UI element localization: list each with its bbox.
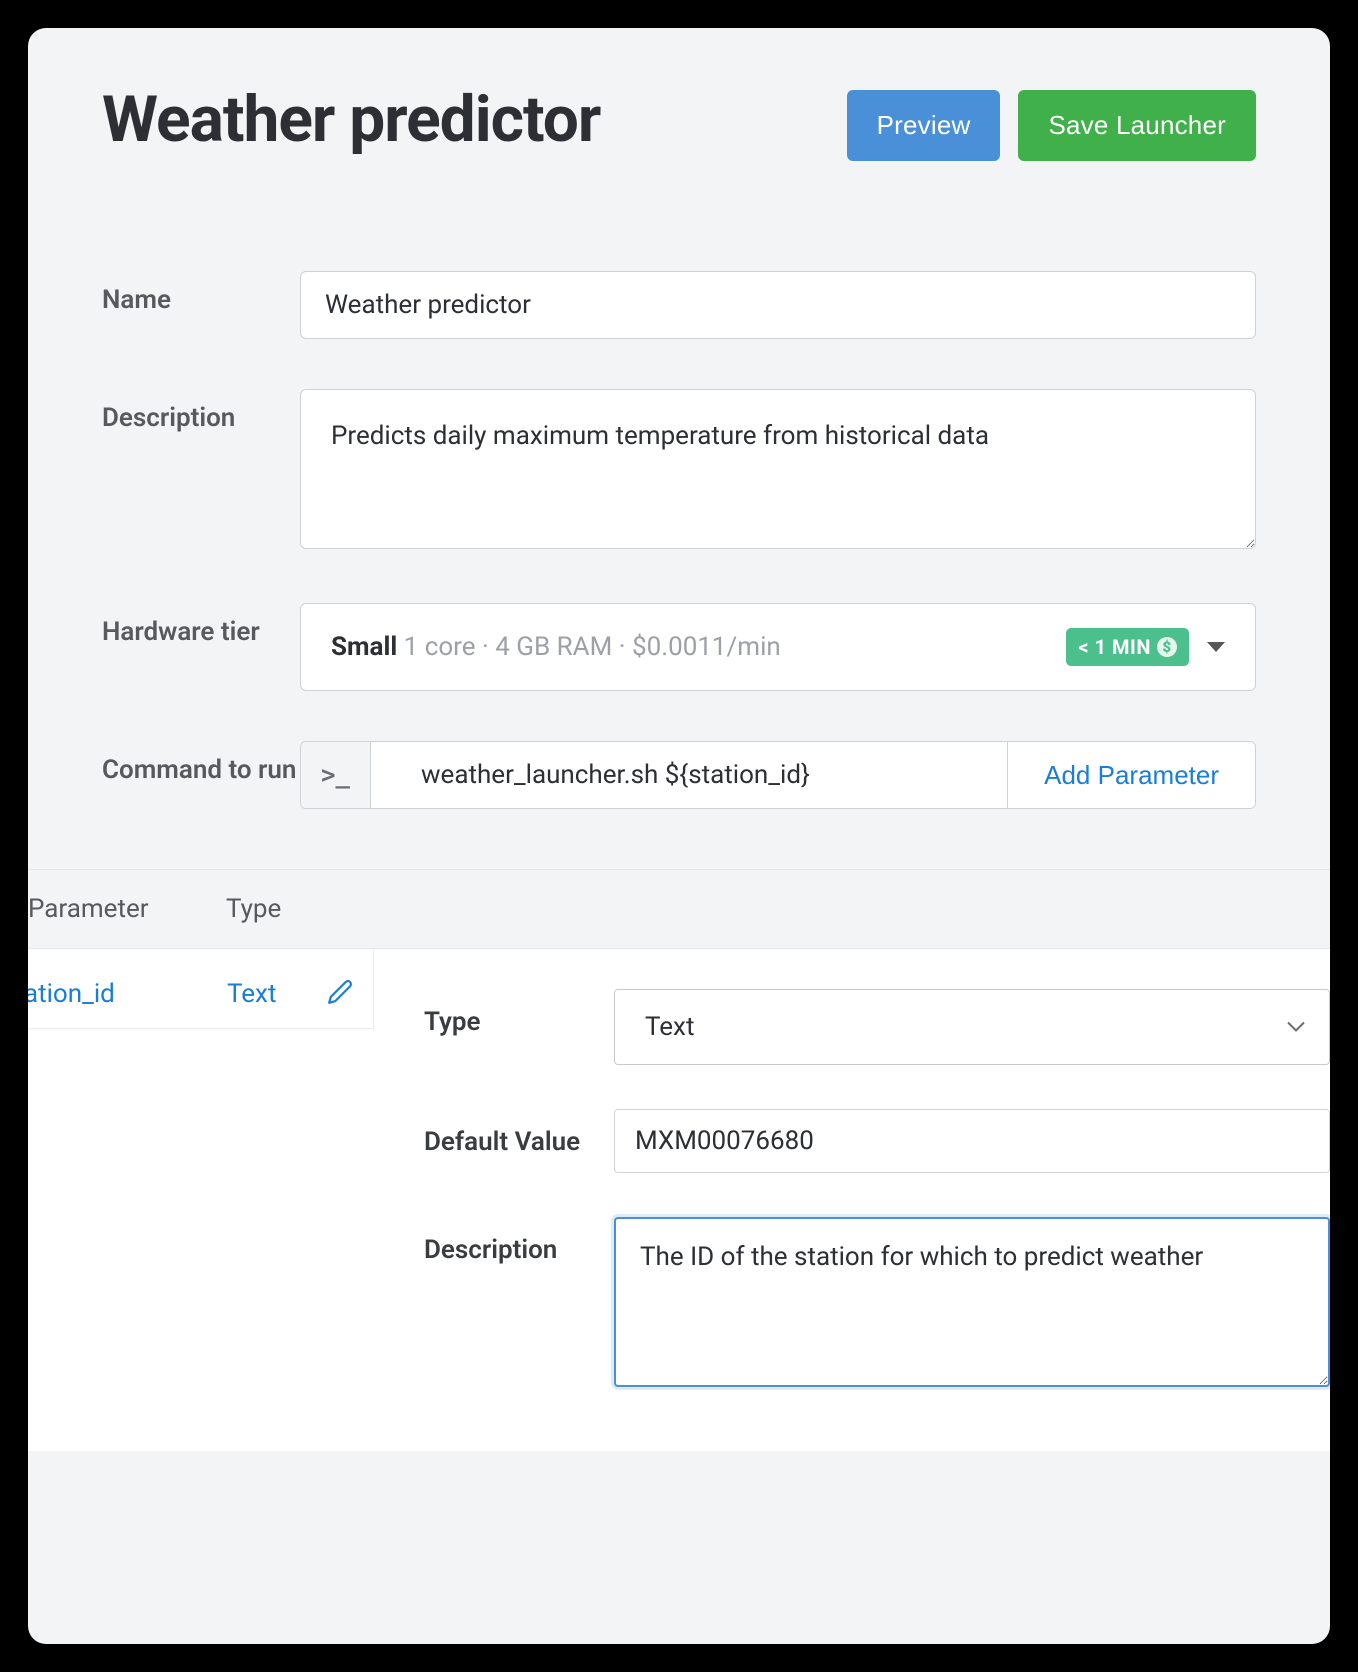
param-type-label: Type [424, 989, 614, 1040]
parameter-row-station-id[interactable]: station_id Text [28, 949, 374, 1029]
hardware-tier-select[interactable]: Small 1 core · 4 GB RAM · $0.0011/min < … [300, 603, 1256, 691]
name-label: Name [102, 271, 300, 318]
hardware-tier-badge: < 1 MIN $ [1066, 628, 1189, 666]
add-parameter-button[interactable]: Add Parameter [1007, 742, 1255, 808]
page-title: Weather predictor [102, 84, 600, 156]
param-description-textarea[interactable]: The ID of the station for which to predi… [614, 1217, 1330, 1387]
clock-icon: $ [1157, 637, 1177, 657]
param-col-type: Type [226, 894, 281, 924]
parameter-type: Text [227, 979, 327, 1009]
launcher-editor-window: Weather predictor Preview Save Launcher … [28, 28, 1330, 1644]
command-input[interactable] [371, 742, 1007, 808]
param-default-label: Default Value [424, 1109, 614, 1160]
chevron-down-icon [1207, 642, 1225, 652]
param-col-parameter: Parameter [28, 894, 226, 924]
hardware-tier-label: Hardware tier [102, 603, 300, 650]
param-description-label: Description [424, 1217, 614, 1268]
description-label: Description [102, 389, 300, 436]
command-to-run-label: Command to run [102, 741, 300, 788]
hardware-tier-name: Small [331, 632, 397, 662]
param-type-select[interactable]: Text [614, 989, 1330, 1065]
parameter-name: station_id [28, 979, 227, 1009]
param-default-input[interactable] [614, 1109, 1330, 1173]
preview-button[interactable]: Preview [847, 90, 1001, 161]
hardware-tier-spec: 1 core · 4 GB RAM · $0.0011/min [404, 632, 781, 662]
name-input[interactable] [300, 271, 1256, 339]
description-textarea[interactable]: Predicts daily maximum temperature from … [300, 389, 1256, 549]
edit-icon[interactable] [327, 979, 353, 1009]
save-launcher-button[interactable]: Save Launcher [1018, 90, 1256, 161]
terminal-icon: >_ [301, 742, 371, 808]
